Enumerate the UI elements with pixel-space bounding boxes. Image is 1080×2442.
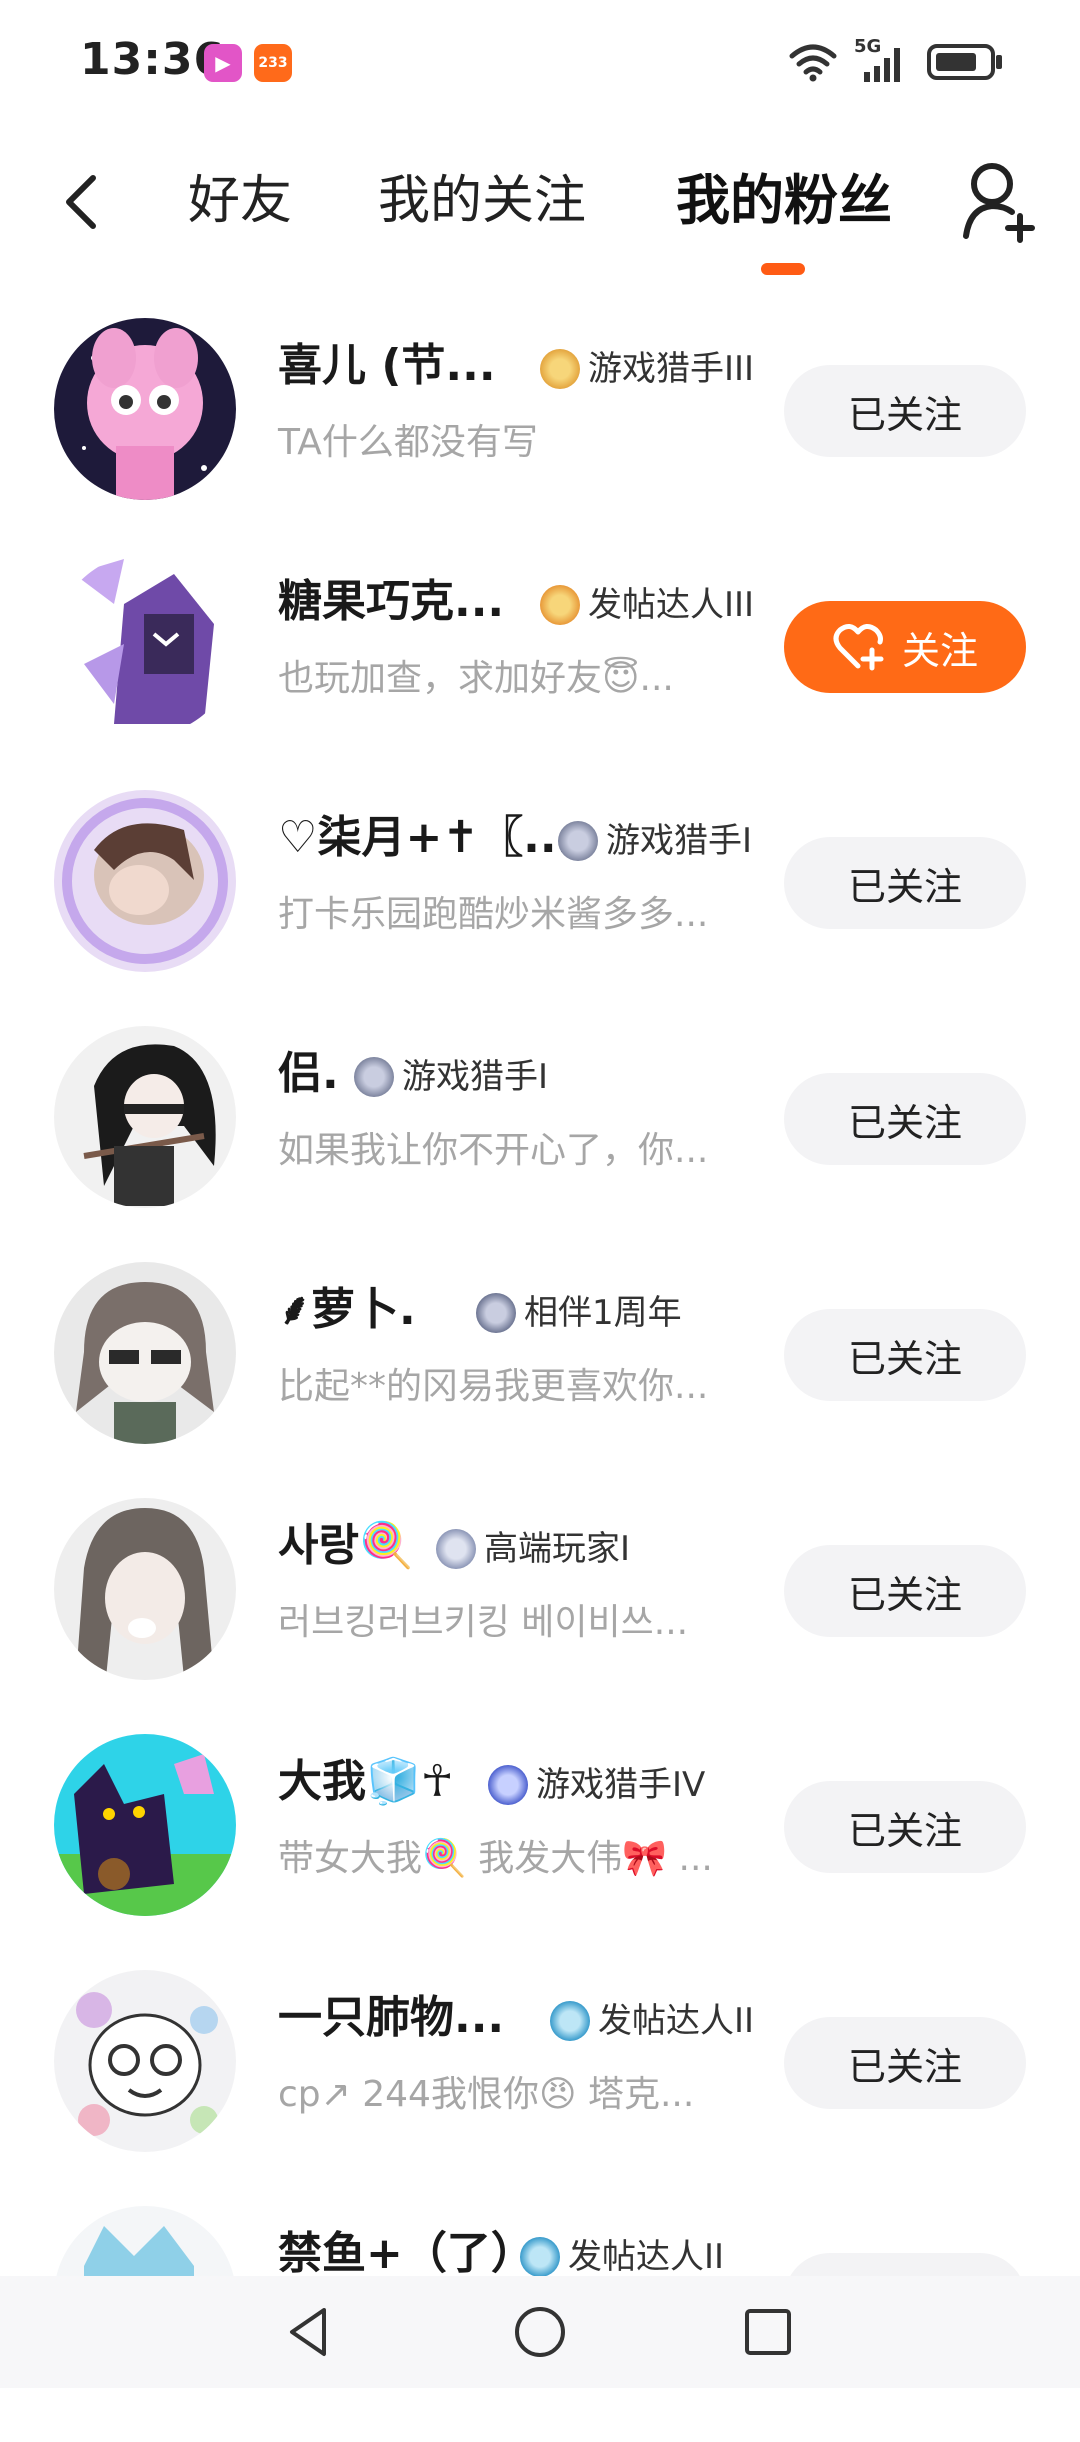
medal-label: 发帖达人II xyxy=(598,2001,755,2041)
avatar[interactable] xyxy=(54,1970,236,2152)
fan-name[interactable]: ⸙萝卜. xyxy=(278,1280,416,1340)
fan-name[interactable]: 糖果巧克... xyxy=(278,572,504,632)
fan-bio: cp↗ 244我恨你😠 塔克... xyxy=(278,2074,695,2115)
medal-icon xyxy=(436,1529,476,1569)
add-friend-button[interactable] xyxy=(960,156,1040,246)
fan-bio: 러브킹러브키킹 베이비쓰... xyxy=(278,1602,689,1643)
list-item[interactable]: 大我🧊☥ 游戏猎手IV 带女大我🍭 我发大伟🎀 ... 已关注 xyxy=(0,1734,1080,1970)
medal-icon xyxy=(540,349,580,389)
add-user-icon xyxy=(963,163,1035,243)
fan-bio: 如果我让你不开心了，你... xyxy=(278,1130,709,1171)
back-triangle-icon[interactable] xyxy=(280,2302,340,2362)
list-item[interactable]: ♡柒月+✝〖... 游戏猎手I 打卡乐园跑酷炒米酱多多... 已关注 xyxy=(0,790,1080,1026)
medal-label: 相伴1周年 xyxy=(524,1293,682,1333)
followed-button[interactable]: 已关注 xyxy=(784,2017,1026,2109)
fan-name[interactable]: 사랑🍭 xyxy=(278,1516,414,1576)
status-bar: 13:36 ▶ 233 5G xyxy=(0,0,1080,128)
medal-label: 发帖达人III xyxy=(588,585,755,625)
tab-friends[interactable]: 好友 xyxy=(188,166,292,236)
fan-name[interactable]: 侣. xyxy=(278,1044,339,1104)
medal-badge[interactable]: 游戏猎手III xyxy=(540,346,754,392)
fan-bio: TA什么都没有写 xyxy=(278,422,538,463)
follow-button-label: 关注 xyxy=(901,628,978,673)
medal-badge[interactable]: 游戏猎手IV xyxy=(488,1762,705,1808)
battery-icon xyxy=(927,44,1002,80)
list-item[interactable]: 一只肺物... 发帖达人II cp↗ 244我恨你😠 塔克... 已关注 xyxy=(0,1970,1080,2206)
medal-label: 游戏猎手IV xyxy=(536,1765,706,1805)
medal-label: 游戏猎手I xyxy=(402,1057,549,1097)
medal-label: 游戏猎手III xyxy=(588,349,755,389)
avatar[interactable] xyxy=(54,318,236,500)
back-button[interactable] xyxy=(56,164,106,240)
follow-button[interactable]: 关注 xyxy=(784,601,1026,693)
medal-icon xyxy=(488,1765,528,1805)
medal-badge[interactable]: 发帖达人II xyxy=(520,2234,724,2280)
fan-bio: 比起**的冈易我更喜欢你... xyxy=(278,1366,709,1407)
system-nav-bar xyxy=(0,2276,1080,2388)
medal-label: 发帖达人II xyxy=(568,2237,725,2277)
signal-icon: 5G xyxy=(854,36,910,84)
medal-badge[interactable]: 发帖达人II xyxy=(550,1998,754,2044)
avatar[interactable] xyxy=(54,1498,236,1680)
list-item[interactable]: 사랑🍭 高端玩家I 러브킹러브키킹 베이비쓰... 已关注 xyxy=(0,1498,1080,1734)
fan-bio: 打卡乐园跑酷炒米酱多多... xyxy=(278,894,709,935)
status-icons: 5G xyxy=(788,36,1004,84)
wifi-icon xyxy=(789,44,837,82)
heart-plus-icon xyxy=(833,624,884,671)
medal-badge[interactable]: 游戏猎手I xyxy=(558,818,752,864)
video-app-icon: ▶ xyxy=(204,44,242,82)
home-circle-icon[interactable] xyxy=(510,2302,570,2362)
list-item[interactable]: ⸙萝卜. 相伴1周年 比起**的冈易我更喜欢你... 已关注 xyxy=(0,1262,1080,1498)
list-item[interactable]: 喜儿 (节... 游戏猎手III TA什么都没有写 已关注 xyxy=(0,318,1080,554)
tab-following[interactable]: 我的关注 xyxy=(378,166,586,236)
medal-icon xyxy=(520,2237,560,2277)
list-item[interactable]: 糖果巧克... 发帖达人III 也玩加查，求加好友😇... 关注 xyxy=(0,554,1080,790)
recent-apps-square-icon[interactable] xyxy=(738,2302,798,2362)
medal-icon xyxy=(354,1057,394,1097)
medal-label: 游戏猎手I xyxy=(606,821,753,861)
tab-fans[interactable]: 我的粉丝 xyxy=(676,166,892,236)
avatar[interactable] xyxy=(54,790,236,972)
fan-bio: 也玩加查，求加好友😇... xyxy=(278,658,674,699)
avatar[interactable] xyxy=(54,1734,236,1916)
followed-button[interactable]: 已关注 xyxy=(784,1073,1026,1165)
medal-icon xyxy=(558,821,598,861)
fan-name[interactable]: 喜儿 (节... xyxy=(278,336,496,396)
fan-name[interactable]: ♡柒月+✝〖... xyxy=(278,808,573,868)
active-tab-indicator xyxy=(761,263,805,275)
medal-icon xyxy=(550,2001,590,2041)
followed-button[interactable]: 已关注 xyxy=(784,365,1026,457)
medal-badge[interactable]: 相伴1周年 xyxy=(476,1290,682,1336)
app-233-icon: 233 xyxy=(254,44,292,82)
list-item[interactable]: 侣. 游戏猎手I 如果我让你不开心了，你... 已关注 xyxy=(0,1026,1080,1262)
fan-name[interactable]: 大我🧊☥ xyxy=(278,1752,454,1812)
medal-icon xyxy=(540,585,580,625)
followed-button[interactable]: 已关注 xyxy=(784,1309,1026,1401)
followed-button[interactable]: 已关注 xyxy=(784,1781,1026,1873)
chevron-left-icon xyxy=(66,175,96,229)
avatar[interactable] xyxy=(54,1026,236,1208)
avatar[interactable] xyxy=(54,554,236,736)
medal-badge[interactable]: 发帖达人III xyxy=(540,582,754,628)
followed-button[interactable]: 已关注 xyxy=(784,837,1026,929)
avatar[interactable] xyxy=(54,1262,236,1444)
fan-name[interactable]: 一只肺物... xyxy=(278,1988,504,2048)
medal-icon xyxy=(476,1293,516,1333)
fan-name[interactable]: 禁鱼+（了） xyxy=(278,2224,535,2284)
fan-bio: 带女大我🍭 我发大伟🎀 ... xyxy=(278,1838,713,1879)
medal-badge[interactable]: 游戏猎手I xyxy=(354,1054,548,1100)
followed-button[interactable]: 已关注 xyxy=(784,1545,1026,1637)
top-nav: 好友 我的关注 我的粉丝 xyxy=(0,128,1080,278)
medal-badge[interactable]: 高端玩家I xyxy=(436,1526,630,1572)
medal-label: 高端玩家I xyxy=(484,1529,631,1569)
